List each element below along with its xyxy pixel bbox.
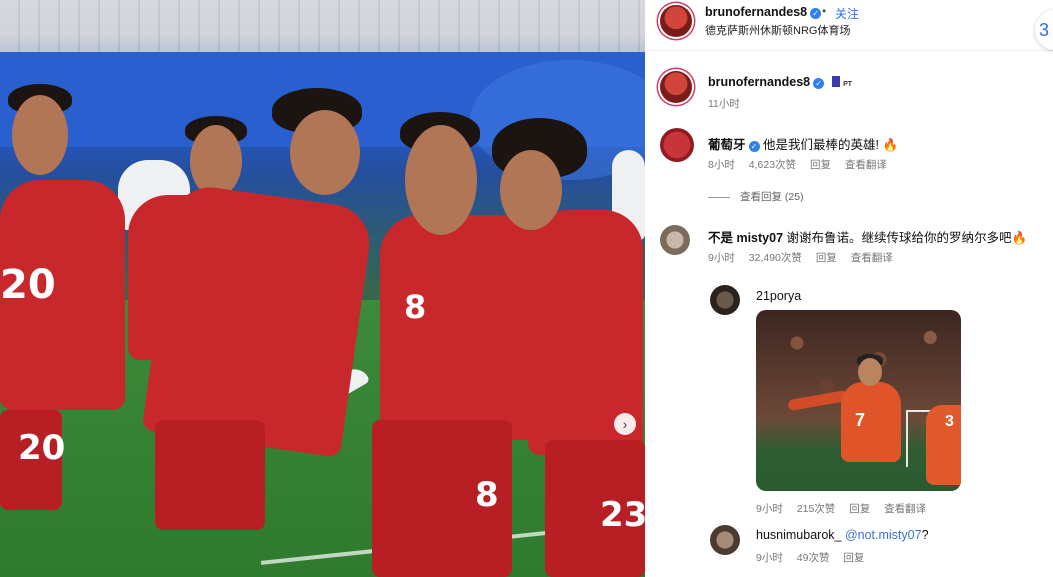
reply-time: 9小时 [756,503,783,515]
avatar[interactable] [660,225,690,255]
image-jersey-number: 3 [945,413,954,430]
mention-link[interactable]: @not.misty07 [845,528,922,542]
image-jersey-number: 7 [855,410,866,430]
comment-time: 9小时 [708,252,735,264]
translate-button[interactable]: 查看翻译 [845,159,887,171]
like-count[interactable]: 215次赞 [797,503,836,515]
reply-button[interactable]: 回复 [816,252,837,264]
jersey-number: 23 [600,495,645,535]
comments-panel: brunofernandes8 ✓ • 关注 德克萨斯州休斯顿NRG体育场 3 b… [645,0,1053,577]
comment-text: 不是 misty07 谢谢布鲁诺。继续传球给你的罗纳尔多吧🔥 [708,227,1027,246]
jersey-number: 8 [475,475,499,515]
avatar[interactable] [660,5,692,37]
jersey-number: 20 [18,428,66,468]
flag-icon [831,76,840,87]
comment-meta: 9小时 32,490次赞 回复 查看翻译 [708,250,904,265]
comment-body: 谢谢布鲁诺。继续传球给你的罗纳尔多吧 [786,231,1012,245]
caption-author-username[interactable]: brunofernandes8 [708,75,810,89]
avatar[interactable] [710,525,740,555]
comment-time: 8小时 [708,159,735,171]
flag-text: PT [843,81,853,88]
comment-text: 葡萄牙 ✓ 他是我们最棒的英雄! 🔥 [708,134,898,153]
reply-meta: 9小时 49次赞 回复 [756,550,875,565]
like-count[interactable]: 4,623次赞 [749,159,796,171]
reply-image[interactable]: 7 3 [756,310,961,491]
post-header: brunofernandes8 ✓ • 关注 德克萨斯州休斯顿NRG体育场 [645,0,1053,51]
avatar[interactable] [710,285,740,315]
follow-button[interactable]: 关注 [835,5,859,22]
avatar[interactable] [660,71,692,103]
jersey-number: 20 [0,262,56,308]
stadium-stands [0,0,645,52]
reply-meta: 9小时 215次赞 回复 查看翻译 [756,501,937,516]
translate-button[interactable]: 查看翻译 [884,503,926,515]
post-location[interactable]: 德克萨斯州休斯顿NRG体育场 [705,22,850,38]
fire-icon: 🔥 [1011,231,1028,245]
verified-badge-icon: ✓ [810,8,822,19]
fire-icon: 🔥 [882,138,899,152]
reply-username[interactable]: 21porya [756,289,801,303]
reply-button[interactable]: 回复 [843,552,864,564]
reply-text: husnimubarok_ @not.misty07? [756,528,929,542]
caption-time: 11小时 [708,98,740,110]
reply-button[interactable]: 回复 [810,159,831,171]
reply-button[interactable]: 回复 [849,503,870,515]
comment-username[interactable]: 不是 misty07 [708,231,783,245]
next-arrow-icon[interactable]: › [614,413,636,435]
translate-button[interactable]: 查看翻译 [851,252,893,264]
reply-username[interactable]: husnimubarok_ [756,528,841,542]
comment-body: 他是我们最棒的英雄! [763,138,879,152]
separator-dot: • [822,4,827,18]
verified-badge-icon: ✓ [813,78,825,89]
comment-meta: 8小时 4,623次赞 回复 查看翻译 [708,157,898,172]
verified-badge-icon: ✓ [748,141,760,152]
post-author-username[interactable]: brunofernandes8 [705,5,807,19]
jersey-number: 8 [404,288,427,326]
comment-username[interactable]: 葡萄牙 [708,138,746,152]
view-replies-button[interactable]: 查看回复 (25) [708,189,804,204]
post-photo: 20 20 17 8 8 23 › [0,0,645,577]
avatar[interactable] [660,128,694,162]
reply-time: 9小时 [756,552,783,564]
like-count[interactable]: 49次赞 [797,552,830,564]
like-count[interactable]: 32,490次赞 [749,252,802,264]
